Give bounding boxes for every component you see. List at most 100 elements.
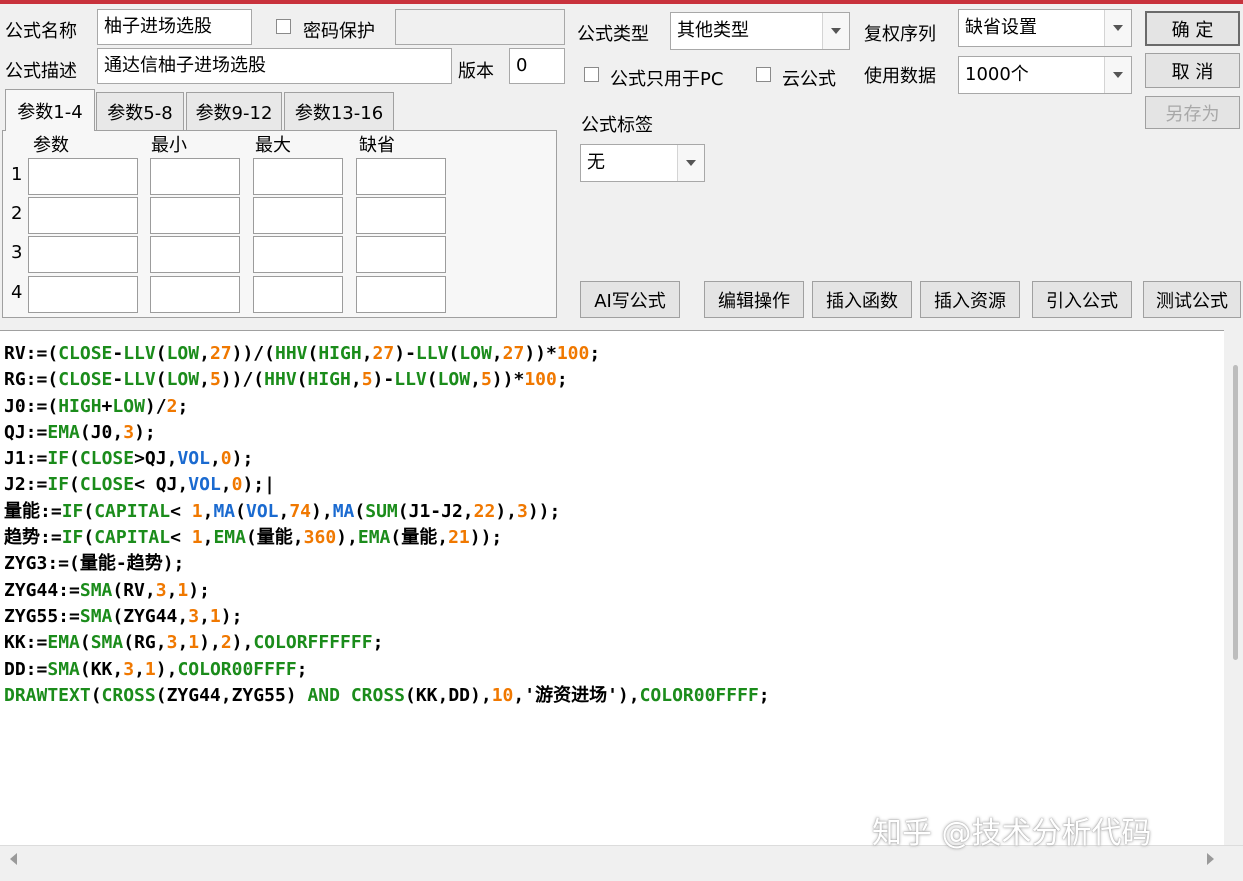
code-token: CAPITAL xyxy=(94,527,171,549)
code-token: 3 xyxy=(188,605,200,627)
code-token: (RV, xyxy=(112,579,156,601)
code-line: 趋势:=IF(CAPITAL< 1,EMA(量能,360),EMA(量能,21)… xyxy=(4,525,770,551)
pc-only-checkbox[interactable] xyxy=(584,67,599,82)
cloud-formula-checkbox[interactable] xyxy=(756,67,771,82)
code-token: ); xyxy=(134,421,156,443)
rights-series-select[interactable]: 缺省设置 xyxy=(958,9,1132,47)
code-token: ( xyxy=(83,527,95,549)
code-token: ), xyxy=(336,527,358,549)
code-token: J2:= xyxy=(4,474,48,496)
code-token: 量能:= xyxy=(4,500,62,522)
tab-params-1-4[interactable]: 参数1-4 xyxy=(5,89,95,131)
code-token: , xyxy=(209,448,221,470)
param-1-min-input[interactable] xyxy=(150,158,240,195)
code-token: IF xyxy=(47,448,70,470)
param-2-min-input[interactable] xyxy=(150,197,240,234)
code-token: EMA xyxy=(213,527,246,549)
tab-params-5-8[interactable]: 参数5-8 xyxy=(96,92,184,130)
param-2-name-input[interactable] xyxy=(28,197,138,234)
code-token: 3 xyxy=(155,579,167,601)
scroll-right-arrow-icon[interactable] xyxy=(1207,853,1214,865)
code-token: COLOR00FFFF xyxy=(177,658,297,680)
rights-series-label: 复权序列 xyxy=(864,24,936,45)
chevron-down-icon[interactable] xyxy=(822,13,849,49)
code-token: ))* xyxy=(524,343,557,364)
code-token: LOW xyxy=(166,369,200,391)
code-token: ; xyxy=(758,684,770,706)
ok-button[interactable]: 确 定 xyxy=(1145,11,1240,46)
code-token: )- xyxy=(394,343,416,364)
param-2-max-input[interactable] xyxy=(253,197,343,234)
code-token: (量能, xyxy=(390,527,449,549)
code-token: IF xyxy=(61,527,84,549)
code-token: , xyxy=(278,500,290,522)
use-data-select[interactable]: 1000个 xyxy=(958,56,1132,94)
formula-name-input[interactable]: 柚子进场选股 xyxy=(97,9,252,45)
vertical-scrollbar-thumb[interactable] xyxy=(1233,365,1238,660)
code-token: ( xyxy=(69,448,80,470)
version-input[interactable]: 0 xyxy=(509,48,565,84)
save-as-button[interactable]: 另存为 xyxy=(1145,96,1240,129)
param-3-min-input[interactable] xyxy=(150,236,240,273)
param-3-max-input[interactable] xyxy=(253,236,343,273)
cancel-button[interactable]: 取 消 xyxy=(1145,53,1240,88)
insert-resource-button[interactable]: 插入资源 xyxy=(920,281,1020,318)
code-token: , xyxy=(361,343,373,364)
password-input[interactable] xyxy=(395,9,565,45)
code-line: DRAWTEXT(CROSS(ZYG44,ZYG55) AND CROSS(KK… xyxy=(4,683,770,709)
chevron-down-icon[interactable] xyxy=(1104,10,1131,46)
code-token: EMA xyxy=(47,632,80,654)
tab-params-13-16[interactable]: 参数13-16 xyxy=(284,92,394,130)
code-token: (KK,DD), xyxy=(405,684,492,706)
param-4-default-input[interactable] xyxy=(356,276,446,313)
formula-type-select[interactable]: 其他类型 xyxy=(670,12,850,50)
code-token: 3 xyxy=(123,421,135,443)
code-token: CLOSE xyxy=(79,448,135,470)
code-token: 5 xyxy=(209,369,221,391)
code-token: 74 xyxy=(289,500,312,522)
code-token: EMA xyxy=(47,421,80,443)
param-1-max-input[interactable] xyxy=(253,158,343,195)
code-token: 3 xyxy=(123,658,135,680)
code-token: ; xyxy=(372,632,384,654)
code-token: )); xyxy=(469,527,503,549)
chevron-down-icon[interactable] xyxy=(1104,57,1131,93)
use-data-label: 使用数据 xyxy=(864,66,936,87)
chevron-down-icon[interactable] xyxy=(677,145,704,181)
param-3-default-input[interactable] xyxy=(356,236,446,273)
param-1-default-input[interactable] xyxy=(356,158,446,195)
param-4-min-input[interactable] xyxy=(150,276,240,313)
param-4-max-input[interactable] xyxy=(253,276,343,313)
edit-operations-button[interactable]: 编辑操作 xyxy=(704,281,804,318)
code-token: 2 xyxy=(166,395,178,417)
param-3-name-input[interactable] xyxy=(28,236,138,273)
insert-function-button[interactable]: 插入函数 xyxy=(812,281,912,318)
param-1-name-input[interactable] xyxy=(28,158,138,195)
code-token: VOL xyxy=(188,474,221,496)
code-token: CLOSE xyxy=(58,343,113,364)
formula-code-editor[interactable]: RV:=(CLOSE-LLV(LOW,27))/(HHV(HIGH,27)-LL… xyxy=(0,330,1224,845)
code-token: (KK, xyxy=(79,658,124,680)
formula-tag-select[interactable]: 无 xyxy=(580,144,705,182)
tab-params-9-12[interactable]: 参数9-12 xyxy=(186,92,282,130)
param-2-default-input[interactable] xyxy=(356,197,446,234)
code-token: LOW xyxy=(112,395,145,417)
ai-write-formula-button[interactable]: AI写公式 xyxy=(580,281,680,318)
code-token: 2 xyxy=(220,632,232,654)
param-4-name-input[interactable] xyxy=(28,276,138,313)
code-line: 量能:=IF(CAPITAL< 1,MA(VOL,74),MA(SUM(J1-J… xyxy=(4,499,770,525)
password-protect-checkbox[interactable] xyxy=(276,19,291,34)
formula-desc-input[interactable]: 通达信柚子进场选股 xyxy=(97,48,452,84)
code-token: ,'游资进场'), xyxy=(513,684,640,706)
code-token: QJ:= xyxy=(4,421,48,443)
code-content[interactable]: RV:=(CLOSE-LLV(LOW,27))/(HHV(HIGH,27)-LL… xyxy=(4,341,770,709)
import-formula-button[interactable]: 引入公式 xyxy=(1032,281,1132,318)
code-token: J1:= xyxy=(4,448,48,470)
code-token: HHV xyxy=(274,343,308,364)
scroll-left-arrow-icon[interactable] xyxy=(10,853,17,865)
code-token: 5 xyxy=(361,369,373,391)
code-token: ZYG55:= xyxy=(4,605,80,627)
code-token: 27 xyxy=(209,343,232,364)
test-formula-button[interactable]: 测试公式 xyxy=(1143,281,1241,318)
